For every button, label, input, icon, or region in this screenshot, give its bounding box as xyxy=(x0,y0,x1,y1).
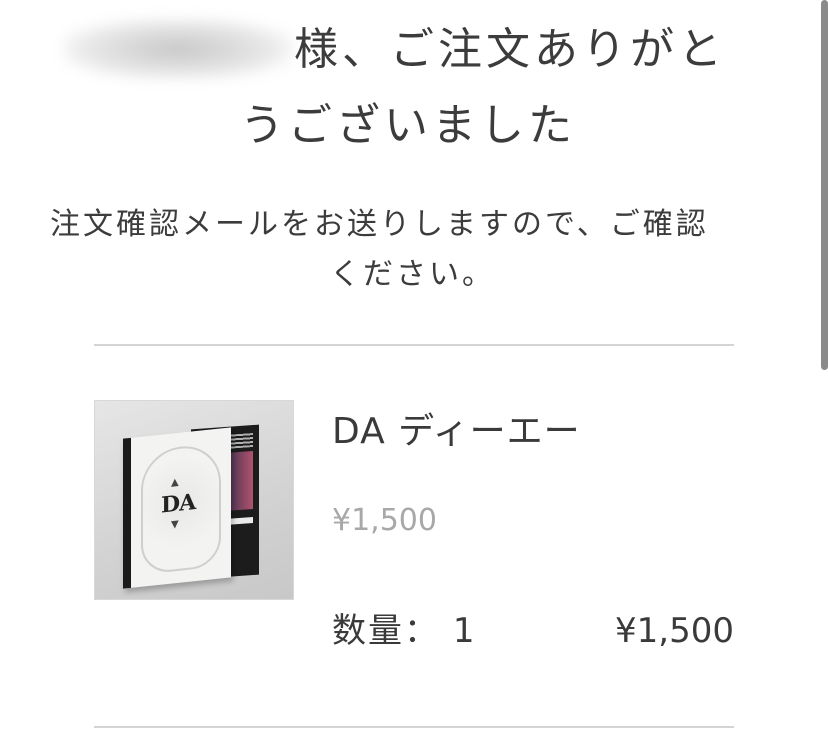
divider-bottom xyxy=(94,726,734,728)
product-name[interactable]: DA ディーエー xyxy=(332,414,581,450)
quantity: 数量： 1 xyxy=(332,614,476,648)
quantity-value: 1 xyxy=(452,611,477,651)
divider-top xyxy=(94,344,734,346)
product-unit-price: ¥1,500 xyxy=(332,503,437,538)
thank-you-title-line-1: 様、ご注文ありがと xyxy=(294,24,726,75)
line-total: ¥1,500 xyxy=(615,611,734,651)
confirmation-message-line-2: ください。 xyxy=(330,257,495,292)
chevron-down-icon: ▼ xyxy=(171,518,179,531)
confirmation-message-line-1: 注文確認メールをお送りしますので、ご確認 xyxy=(50,207,709,242)
product-logo: DA xyxy=(161,489,196,519)
redacted-customer-name xyxy=(62,18,294,80)
product-thumbnail[interactable]: ▲ DA ▼ xyxy=(94,400,294,600)
product-box-front: ▲ DA ▼ xyxy=(123,427,231,589)
scrollbar[interactable] xyxy=(821,0,828,370)
thank-you-title-line-2: うございました xyxy=(240,100,576,151)
quantity-label: 数量： xyxy=(332,611,440,651)
chevron-up-icon: ▲ xyxy=(171,476,179,489)
